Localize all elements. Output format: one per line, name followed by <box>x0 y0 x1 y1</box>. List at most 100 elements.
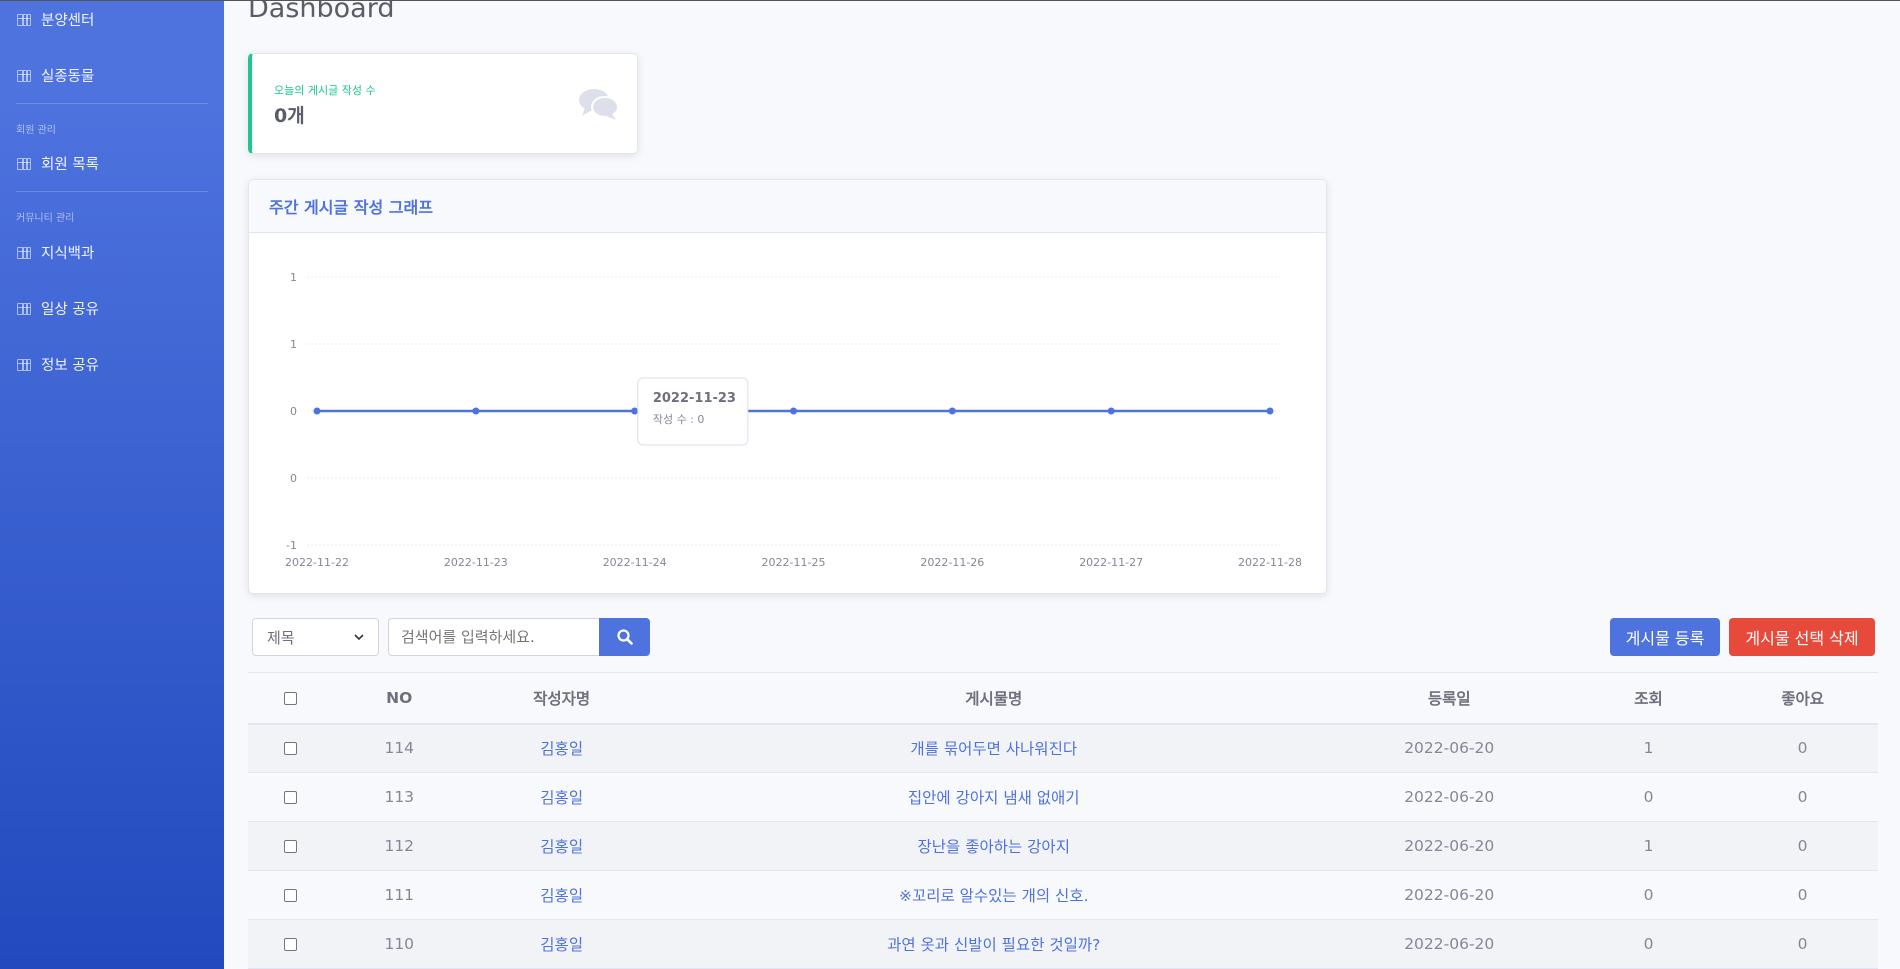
x-tick-label: 2022-11-25 <box>762 556 826 569</box>
sidebar-item-label: 지식백과 <box>41 246 95 262</box>
comments-icon <box>579 89 619 120</box>
row-author[interactable]: 김홍일 <box>464 723 659 773</box>
row-author[interactable]: 김홍일 <box>464 919 659 969</box>
table-header-row: NO 작성자명 게시물명 등록일 조회 좋아요 <box>248 672 1878 725</box>
table-row: 114 김홍일 개를 묶어두면 사나워진다 2022-06-20 1 0 <box>248 723 1878 773</box>
sidebar-item-member-list[interactable]: 회원 목록 <box>17 153 99 174</box>
page-title: Dashboard <box>248 0 395 24</box>
table-icon <box>17 157 31 170</box>
y-tick-label: 0 <box>290 405 297 418</box>
header-author[interactable]: 작성자명 <box>464 672 659 725</box>
row-likes: 0 <box>1727 772 1878 822</box>
row-date: 2022-06-20 <box>1328 723 1570 773</box>
stat-value: 0개 <box>274 105 305 127</box>
row-title[interactable]: 집안에 강아지 냄새 없애기 <box>658 772 1329 822</box>
x-tick-label: 2022-11-27 <box>1079 556 1143 569</box>
table-icon <box>17 13 31 26</box>
table-icon <box>17 358 31 371</box>
sidebar-divider <box>16 103 208 104</box>
sidebar-item-label: 일상 공유 <box>41 302 99 318</box>
data-point <box>1107 407 1115 415</box>
x-tick-label: 2022-11-24 <box>603 556 667 569</box>
row-no: 114 <box>333 723 465 773</box>
sidebar-item-label: 실종동물 <box>41 69 95 85</box>
row-checkbox[interactable] <box>284 742 298 756</box>
delete-selected-button[interactable]: 게시물 선택 삭제 <box>1729 618 1875 656</box>
search-button[interactable] <box>599 618 650 656</box>
row-likes: 0 <box>1727 723 1878 773</box>
stat-card-today-posts: 오늘의 게시글 작성 수 0개 <box>248 53 638 154</box>
row-title[interactable]: 장난을 좋아하는 강아지 <box>658 821 1329 871</box>
row-checkbox[interactable] <box>284 889 298 902</box>
row-date: 2022-06-20 <box>1328 772 1570 822</box>
row-views: 1 <box>1569 723 1728 773</box>
y-tick-label: -1 <box>286 539 297 552</box>
row-title[interactable]: 과연 옷과 신발이 필요한 것일까? <box>658 919 1329 969</box>
data-point <box>631 407 639 415</box>
table-row: 112 김홍일 장난을 좋아하는 강아지 2022-06-20 1 0 <box>248 821 1878 871</box>
search-type-value: 제목 <box>267 628 295 647</box>
row-select-cell <box>248 772 334 822</box>
select-all-checkbox[interactable] <box>284 691 298 705</box>
row-no: 113 <box>333 772 465 822</box>
row-author[interactable]: 김홍일 <box>464 870 659 920</box>
x-tick-label: 2022-11-23 <box>444 556 508 569</box>
search-icon <box>616 629 633 645</box>
sidebar-item-label: 회원 목록 <box>41 157 99 173</box>
search-type-select[interactable]: 제목 <box>252 618 379 656</box>
chart-tooltip <box>637 377 749 446</box>
table-row: 111 김홍일 ※꼬리로 알수있는 개의 신호. 2022-06-20 0 0 <box>248 870 1878 920</box>
select-all-cell <box>248 672 334 725</box>
row-title[interactable]: ※꼬리로 알수있는 개의 신호. <box>658 870 1329 920</box>
search-input[interactable] <box>388 618 599 656</box>
data-point <box>313 407 321 415</box>
line-chart[interactable]: 1 1 0 0 -1 2022-11-22 2022-11-23 2022-11-24 2022… <box>249 180 1328 595</box>
x-tick-label: 2022-11-28 <box>1238 556 1302 569</box>
row-date: 2022-06-20 <box>1328 821 1570 871</box>
data-point <box>790 407 797 415</box>
row-likes: 0 <box>1727 919 1878 969</box>
row-author[interactable]: 김홍일 <box>464 772 659 822</box>
tooltip-date: 2022-11-23 <box>653 391 736 406</box>
table-icon <box>17 302 31 315</box>
table-row: 110 김홍일 과연 옷과 신발이 필요한 것일까? 2022-06-20 0 … <box>248 919 1878 969</box>
row-no: 112 <box>333 821 465 871</box>
sidebar-item-label: 분양센터 <box>41 13 95 29</box>
row-checkbox[interactable] <box>284 938 298 951</box>
row-no: 110 <box>333 919 465 969</box>
x-tick-label: 2022-11-26 <box>920 556 984 569</box>
sidebar-item-missing-animals[interactable]: 실종동물 <box>17 65 94 86</box>
row-no: 111 <box>333 870 465 920</box>
register-post-button[interactable]: 게시물 등록 <box>1610 618 1720 656</box>
chevron-down-icon <box>354 633 364 640</box>
row-select-cell <box>248 870 334 920</box>
header-likes[interactable]: 좋아요 <box>1727 672 1878 725</box>
row-date: 2022-06-20 <box>1328 919 1570 969</box>
row-views: 0 <box>1569 870 1728 920</box>
sidebar-item-knowledge[interactable]: 지식백과 <box>17 242 94 263</box>
row-views: 0 <box>1569 919 1728 969</box>
header-date[interactable]: 등록일 <box>1328 672 1570 725</box>
sidebar: 분양센터 실종동물 회원 관리 회원 목록 커뮤니티 관리 지식백과 일상 공유… <box>0 0 224 969</box>
top-border <box>0 0 1900 1</box>
row-title[interactable]: 개를 묶어두면 사나워진다 <box>658 723 1329 773</box>
header-no[interactable]: NO <box>333 672 465 725</box>
table-row: 113 김홍일 집안에 강아지 냄새 없애기 2022-06-20 0 0 <box>248 772 1878 822</box>
row-likes: 0 <box>1727 821 1878 871</box>
header-views[interactable]: 조회 <box>1569 672 1728 725</box>
data-point <box>1266 407 1274 415</box>
table-icon <box>17 246 31 259</box>
row-likes: 0 <box>1727 870 1878 920</box>
table-icon <box>17 69 31 82</box>
sidebar-item-info-share[interactable]: 정보 공유 <box>17 354 99 375</box>
row-checkbox[interactable] <box>284 791 298 804</box>
header-title[interactable]: 게시물명 <box>658 672 1329 725</box>
row-views: 0 <box>1569 772 1728 822</box>
tooltip-value: 작성 수 : 0 <box>653 413 705 426</box>
row-select-cell <box>248 821 334 871</box>
sidebar-item-adoption-center[interactable]: 분양센터 <box>17 9 94 30</box>
row-checkbox[interactable] <box>284 840 298 853</box>
sidebar-item-daily-share[interactable]: 일상 공유 <box>17 298 99 319</box>
y-tick-label: 0 <box>290 472 297 485</box>
row-author[interactable]: 김홍일 <box>464 821 659 871</box>
